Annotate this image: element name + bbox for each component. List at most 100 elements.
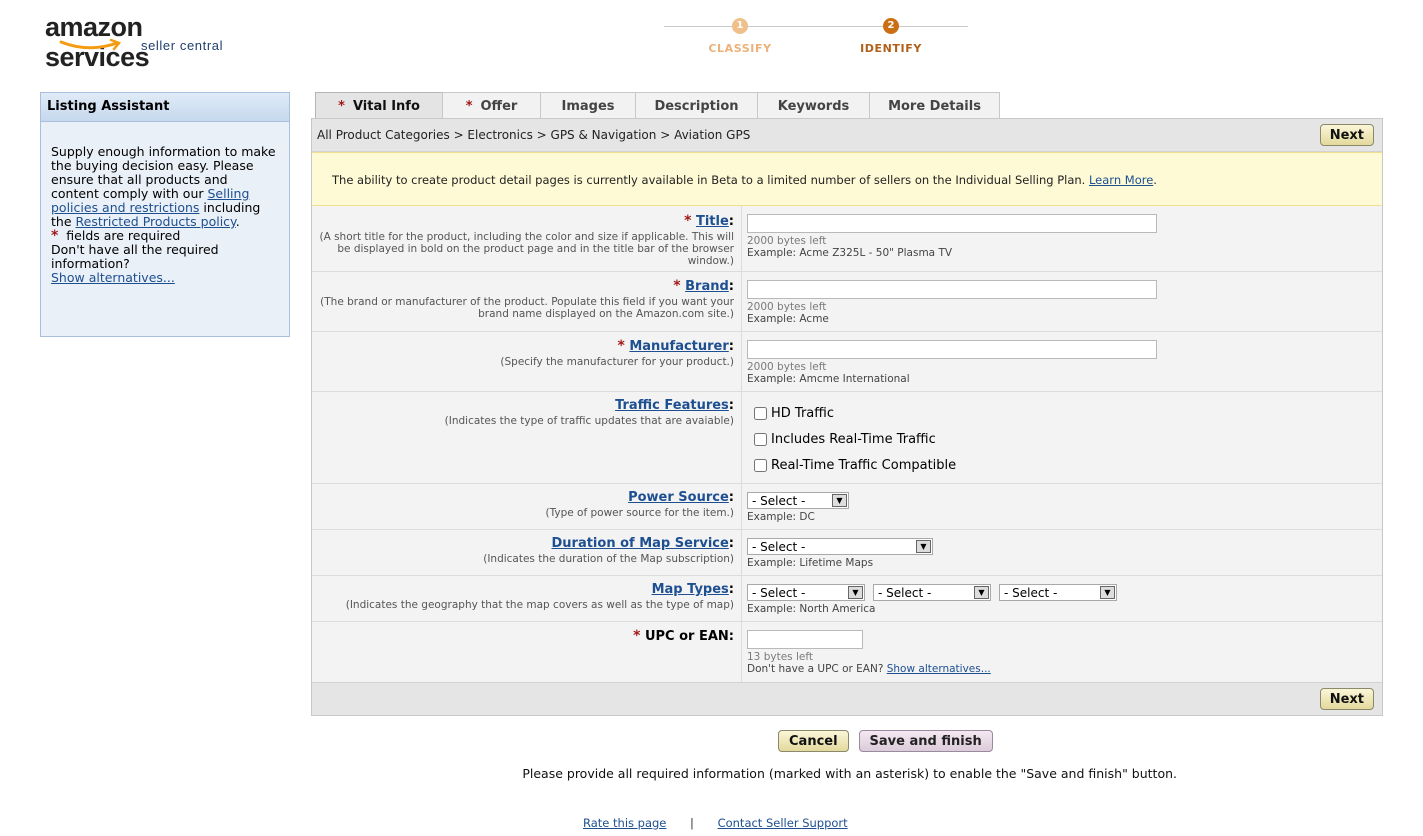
title-example: Example: Acme Z325L - 50" Plasma TV	[747, 247, 953, 259]
map-types-label-link[interactable]: Map Types	[652, 582, 729, 597]
tab-keywords[interactable]: Keywords	[757, 92, 870, 119]
title-bytes-left: 2000 bytes left	[747, 235, 827, 247]
power-source-row: Power Source: (Type of power source for …	[312, 484, 1382, 530]
brand-label-link[interactable]: Brand	[685, 279, 729, 294]
hd-traffic-check[interactable]	[754, 406, 767, 420]
brand-description: (The brand or manufacturer of the produc…	[320, 296, 734, 320]
power-source-label-link[interactable]: Power Source	[628, 490, 729, 505]
real-time-traffic-check[interactable]	[754, 432, 767, 446]
save-and-finish-button[interactable]: Save and finish	[858, 730, 993, 752]
breadcrumb-bar: All Product Categories > Electronics > G…	[312, 119, 1382, 152]
dropdown-arrow-icon: ▼	[916, 540, 931, 553]
vital-info-form: All Product Categories > Electronics > G…	[311, 118, 1383, 716]
map-type-select-1[interactable]: - Select - ▼	[747, 584, 865, 601]
upc-ean-label: UPC or EAN	[644, 629, 729, 644]
upc-bytes-left: 13 bytes left	[747, 651, 813, 663]
brand-bytes-left: 2000 bytes left	[747, 301, 827, 313]
breadcrumb: All Product Categories > Electronics > G…	[317, 128, 751, 142]
manufacturer-row: * Manufacturer: (Specify the manufacture…	[312, 332, 1382, 392]
required-asterisk-icon: *	[633, 628, 641, 644]
amazon-services-logo[interactable]: amazon services seller central	[45, 12, 245, 72]
map-duration-label-link[interactable]: Duration of Map Service	[551, 536, 728, 551]
real-time-traffic-checkbox[interactable]: Includes Real-Time Traffic	[754, 426, 956, 452]
form-actions: Cancel Save and finish	[778, 730, 993, 752]
map-type-select-3[interactable]: - Select - ▼	[999, 584, 1117, 601]
progress-steps: 1 CLASSIFY 2 IDENTIFY	[664, 18, 968, 58]
map-duration-example: Example: Lifetime Maps	[747, 557, 874, 569]
power-source-description: (Type of power source for the item.)	[545, 507, 734, 519]
next-button-top[interactable]: Next	[1319, 124, 1374, 146]
amazon-smile-arrow-icon	[59, 39, 122, 51]
step-classify: 1 CLASSIFY	[680, 18, 800, 55]
map-type-select-2[interactable]: - Select - ▼	[873, 584, 991, 601]
rate-page-link[interactable]: Rate this page	[583, 816, 666, 830]
traffic-features-row: Traffic Features: (Indicates the type of…	[312, 392, 1382, 484]
required-asterisk-icon: *	[465, 98, 473, 114]
brand-row: * Brand: (The brand or manufacturer of t…	[312, 272, 1382, 332]
title-label-link[interactable]: Title	[696, 214, 729, 229]
listing-assistant-title: Listing Assistant	[41, 93, 289, 122]
dropdown-arrow-icon: ▼	[832, 494, 847, 507]
listing-tabs: * Vital Info * Offer Images Description Ke…	[315, 92, 1000, 119]
title-description: (A short title for the product, includin…	[319, 231, 734, 267]
manufacturer-example: Example: Amcme International	[747, 373, 910, 385]
required-info-message: Please provide all required information …	[522, 766, 1177, 781]
dropdown-arrow-icon: ▼	[1100, 586, 1115, 599]
title-row: * Title: (A short title for the product,…	[312, 206, 1382, 272]
tab-description[interactable]: Description	[635, 92, 758, 119]
real-time-compatible-check[interactable]	[754, 458, 767, 472]
title-input[interactable]	[747, 214, 1157, 233]
map-types-description: (Indicates the geography that the map co…	[345, 599, 734, 611]
manufacturer-label-link[interactable]: Manufacturer	[629, 339, 728, 354]
tab-vital-info[interactable]: * Vital Info	[315, 92, 443, 119]
step-number: 1	[732, 18, 748, 34]
brand-input[interactable]	[747, 280, 1157, 299]
cancel-button[interactable]: Cancel	[778, 730, 849, 752]
next-button-bottom[interactable]: Next	[1319, 688, 1374, 710]
traffic-features-label-link[interactable]: Traffic Features	[615, 398, 729, 413]
manufacturer-bytes-left: 2000 bytes left	[747, 361, 827, 373]
footer-separator: |	[690, 816, 694, 830]
brand-example: Example: Acme	[747, 313, 829, 325]
map-duration-description: (Indicates the duration of the Map subsc…	[483, 553, 734, 565]
tab-images[interactable]: Images	[540, 92, 636, 119]
upc-ean-input[interactable]	[747, 630, 863, 649]
required-asterisk-icon: *	[684, 213, 692, 229]
footer-links: Rate this page | Contact Seller Support	[583, 816, 848, 830]
required-asterisk-icon: *	[338, 98, 345, 114]
required-asterisk-icon: *	[617, 338, 625, 354]
restricted-products-link[interactable]: Restricted Products policy	[76, 214, 236, 229]
upc-ean-row: * UPC or EAN: 13 bytes left Don't have a…	[312, 622, 1382, 682]
traffic-features-description: (Indicates the type of traffic updates t…	[444, 415, 734, 427]
step-number: 2	[883, 18, 899, 34]
logo-subtitle: seller central	[141, 38, 224, 53]
map-types-row: Map Types: (Indicates the geography that…	[312, 576, 1382, 622]
dropdown-arrow-icon: ▼	[974, 586, 989, 599]
upc-show-alternatives-link[interactable]: Show alternatives...	[887, 663, 991, 675]
map-types-example: Example: North America	[747, 603, 876, 615]
bottom-nav-bar: Next	[312, 682, 1382, 715]
tab-offer[interactable]: * Offer	[442, 92, 541, 119]
power-source-example: Example: DC	[747, 511, 815, 523]
manufacturer-description: (Specify the manufacturer for your produ…	[500, 356, 734, 368]
manufacturer-input[interactable]	[747, 340, 1157, 359]
map-duration-row: Duration of Map Service: (Indicates the …	[312, 530, 1382, 576]
required-asterisk-icon: *	[673, 278, 681, 294]
power-source-select[interactable]: - Select - ▼	[747, 492, 849, 509]
required-note: * fields are required	[51, 228, 181, 244]
dropdown-arrow-icon: ▼	[848, 586, 863, 599]
step-identify: 2 IDENTIFY	[831, 18, 951, 55]
tab-more-details[interactable]: More Details	[869, 92, 1000, 119]
show-alternatives-link[interactable]: Show alternatives...	[51, 270, 175, 285]
missing-info-text: Don't have all the required information?…	[51, 242, 219, 285]
upc-missing-text: Don't have a UPC or EAN? Show alternativ…	[747, 663, 991, 675]
real-time-compatible-checkbox[interactable]: Real-Time Traffic Compatible	[754, 452, 956, 478]
assistant-intro: Supply enough information to make the bu…	[51, 144, 276, 229]
map-duration-select[interactable]: - Select - ▼	[747, 538, 933, 555]
hd-traffic-checkbox[interactable]: HD Traffic	[754, 400, 956, 426]
contact-seller-support-link[interactable]: Contact Seller Support	[718, 816, 848, 830]
learn-more-link[interactable]: Learn More	[1089, 173, 1153, 187]
beta-notice: The ability to create product detail pag…	[312, 152, 1382, 206]
step-label: IDENTIFY	[860, 42, 922, 55]
listing-assistant-panel: Listing Assistant Supply enough informat…	[40, 92, 290, 337]
